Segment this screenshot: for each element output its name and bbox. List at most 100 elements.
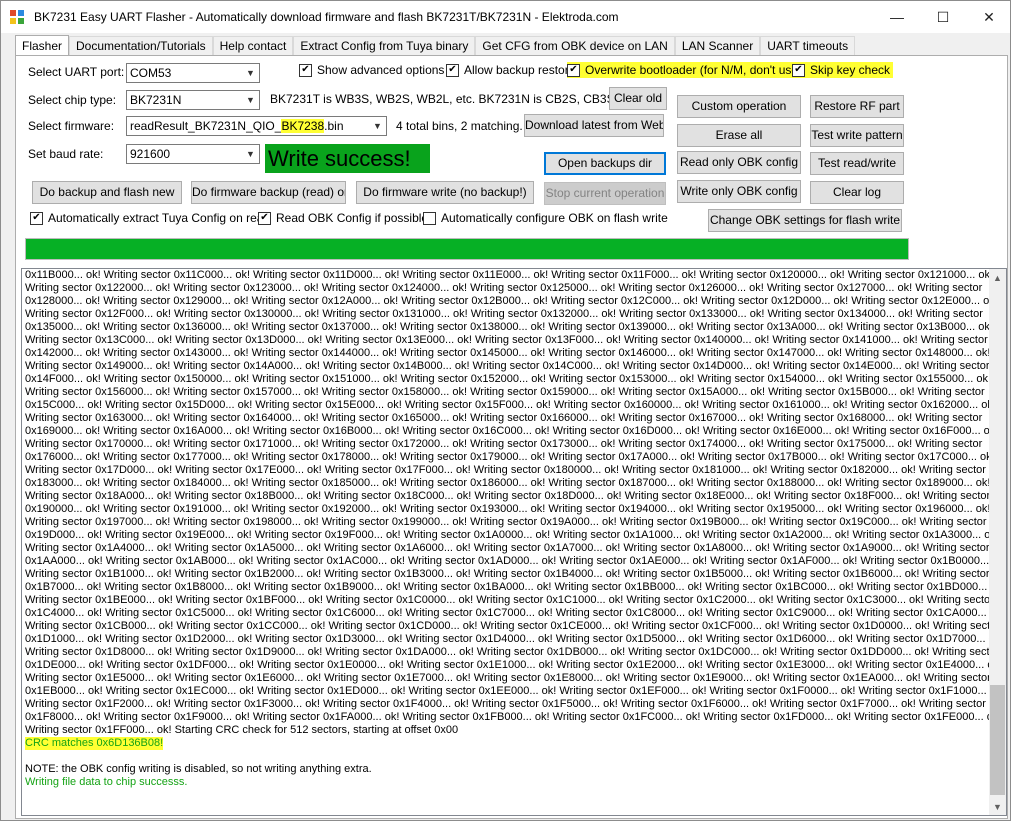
firmware-label: Select firmware: [28, 119, 115, 133]
title-bar: BK7231 Easy UART Flasher - Automatically… [1, 1, 1010, 33]
log-line: 0x135000... ok! Writing sector 0x136000.… [25, 321, 993, 333]
scroll-up-icon[interactable]: ▲ [989, 269, 1006, 286]
write-only-obk-button[interactable]: Write only OBK config [677, 180, 801, 203]
auto-extract-tuya-checkbox[interactable]: ✔ Automatically extract Tuya Config on re… [30, 210, 270, 226]
log-line: Writing sector 0x1E5000... ok! Writing s… [25, 672, 991, 684]
log-line: 0x1D1000... ok! Writing sector 0x1D2000.… [25, 633, 1004, 645]
scroll-down-icon[interactable]: ▼ [989, 798, 1006, 815]
log-output[interactable]: 0x11B000... ok! Writing sector 0x11C000.… [21, 268, 1007, 816]
firmware-write-no-backup-button[interactable]: Do firmware write (no backup!) [356, 181, 534, 204]
checkbox-unchecked-icon [423, 211, 436, 225]
log-line: 0x1B7000... ok! Writing sector 0x1B8000.… [25, 581, 1006, 593]
read-obk-config-checkbox[interactable]: ✔ Read OBK Config if possible [258, 210, 428, 226]
baud-rate-select[interactable]: 921600 ▼ [126, 144, 260, 164]
clear-log-button[interactable]: Clear log [810, 181, 904, 204]
log-line: 0x14F000... ok! Writing sector 0x150000.… [25, 373, 992, 385]
log-line: 0x15C000... ok! Writing sector 0x15D000.… [25, 399, 996, 411]
log-line: Writing sector 0x1B1000... ok! Writing s… [25, 568, 990, 580]
clear-old-button[interactable]: Clear old [609, 87, 667, 110]
firmware-value-suffix: .bin [324, 119, 344, 133]
restore-rf-part-button[interactable]: Restore RF part [810, 95, 904, 118]
change-obk-settings-button[interactable]: Change OBK settings for flash write [708, 209, 902, 232]
chip-type-select[interactable]: BK7231N ▼ [126, 90, 260, 110]
log-line: Writing sector 0x170000... ok! Writing s… [25, 438, 983, 450]
uart-port-label: Select UART port: [28, 65, 125, 79]
close-button[interactable]: ✕ [966, 1, 1010, 33]
log-line: Writing sector 0x1FF000... ok! Starting … [25, 724, 459, 736]
log-line: 0x19D000... ok! Writing sector 0x19E000.… [25, 529, 999, 541]
open-backups-button[interactable]: Open backups dir [544, 152, 666, 175]
window-title: BK7231 Easy UART Flasher - Automatically… [34, 10, 619, 24]
log-line: Writing sector 0x197000... ok! Writing s… [25, 516, 987, 528]
checkbox-check-icon: ✔ [299, 63, 312, 77]
overwrite-bootloader-label: Overwrite bootloader (for N/M, don't use… [585, 63, 812, 77]
minimize-button[interactable]: — [874, 1, 920, 33]
firmware-value-prefix: readResult_BK7231N_QIO_ [130, 119, 282, 133]
backup-flash-new-button[interactable]: Do backup and flash new [32, 181, 182, 204]
read-only-obk-button[interactable]: Read only OBK config [677, 151, 801, 174]
log-line: 0x1DE000... ok! Writing sector 0x1DF000.… [25, 659, 1003, 671]
tab-flasher[interactable]: Flasher [15, 35, 70, 57]
log-note-line: NOTE: the OBK config writing is disabled… [25, 763, 372, 775]
log-line: 0x1AA000... ok! Writing sector 0x1AB000.… [25, 555, 1007, 567]
log-line: Writing sector 0x12F000... ok! Writing s… [25, 308, 983, 320]
erase-all-button[interactable]: Erase all [677, 124, 801, 147]
stop-operation-button[interactable]: Stop current operation [544, 182, 666, 205]
close-icon: ✕ [983, 8, 995, 25]
log-line: 0x11B000... ok! Writing sector 0x11C000.… [25, 269, 994, 281]
firmware-select[interactable]: readResult_BK7231N_QIO_BK7238.bin ▼ [126, 116, 387, 136]
chevron-down-icon: ▼ [246, 68, 255, 78]
tab-get-cfg-obk[interactable]: Get CFG from OBK device on LAN [475, 36, 675, 56]
log-text: 0x11B000... ok! Writing sector 0x11C000.… [25, 269, 1007, 789]
log-line: Writing sector 0x1D8000... ok! Writing s… [25, 646, 1000, 658]
flasher-tab-page: Select UART port: COM53 ▼ ✔ Show advanced… [15, 55, 1008, 819]
test-write-pattern-button[interactable]: Test write pattern [810, 124, 904, 147]
checkbox-check-icon: ✔ [258, 211, 271, 225]
uart-port-value: COM53 [130, 66, 172, 80]
checkbox-check-icon: ✔ [30, 211, 43, 225]
app-icon [10, 10, 24, 24]
auto-configure-obk-checkbox[interactable]: Automatically configure OBK on flash wri… [423, 210, 668, 226]
maximize-button[interactable]: ☐ [920, 1, 966, 33]
custom-operation-button[interactable]: Custom operation [677, 95, 801, 118]
status-banner: Write success! [265, 144, 430, 173]
crc-match-text: CRC matches 0x6D136B08! [25, 737, 164, 750]
tab-lan-scanner[interactable]: LAN Scanner [674, 36, 761, 56]
scrollbar-thumb[interactable] [990, 685, 1005, 795]
checkbox-check-icon: ✔ [792, 63, 805, 77]
log-line: Writing sector 0x122000... ok! Writing s… [25, 282, 983, 294]
baud-rate-value: 921600 [130, 147, 171, 161]
download-latest-button[interactable]: Download latest from Web [524, 114, 664, 137]
log-line: 0x183000... ok! Writing sector 0x184000.… [25, 477, 991, 489]
tab-uart-timeouts[interactable]: UART timeouts [760, 36, 856, 56]
tab-extract-config[interactable]: Extract Config from Tuya binary [293, 36, 476, 56]
auto-configure-obk-label: Automatically configure OBK on flash wri… [441, 211, 668, 225]
log-scrollbar[interactable]: ▲ ▼ [989, 269, 1006, 815]
baud-rate-label: Set baud rate: [28, 147, 104, 161]
allow-backup-restore-label: Allow backup restore [464, 63, 576, 77]
progress-bar [25, 238, 909, 260]
overwrite-bootloader-checkbox[interactable]: ✔ Overwrite bootloader (for N/M, don't us… [567, 62, 815, 78]
log-line: Writing sector 0x1A4000... ok! Writing s… [25, 542, 990, 554]
log-line: 0x142000... ok! Writing sector 0x143000.… [25, 347, 991, 359]
minimize-icon: — [890, 9, 904, 25]
uart-port-select[interactable]: COM53 ▼ [126, 63, 260, 83]
tab-documentation[interactable]: Documentation/Tutorials [69, 36, 213, 56]
log-line: Writing sector 0x156000... ok! Writing s… [25, 386, 985, 398]
log-line: Writing sector 0x149000... ok! Writing s… [25, 360, 990, 372]
log-crc-line: CRC matches 0x6D136B08! [25, 737, 983, 750]
chip-info-text: BK7231T is WB3S, WB2S, WB2L, etc. BK7231… [270, 92, 638, 106]
log-line: Writing sector 0x163000... ok! Writing s… [25, 412, 983, 424]
show-advanced-label: Show advanced options [317, 63, 445, 77]
firmware-backup-read-button[interactable]: Do firmware backup (read) only [191, 181, 346, 204]
skip-key-check-label: Skip key check [810, 63, 891, 77]
chip-type-value: BK7231N [130, 93, 182, 107]
chevron-down-icon: ▼ [373, 121, 382, 131]
test-read-write-button[interactable]: Test read/write [810, 152, 904, 175]
log-line: 0x169000... ok! Writing sector 0x16A000.… [25, 425, 999, 437]
tab-help-contact[interactable]: Help contact [212, 36, 294, 56]
checkbox-check-icon: ✔ [567, 63, 580, 77]
show-advanced-checkbox[interactable]: ✔ Show advanced options [299, 62, 444, 78]
allow-backup-restore-checkbox[interactable]: ✔ Allow backup restore [446, 62, 575, 78]
skip-key-check-checkbox[interactable]: ✔ Skip key check [792, 62, 894, 78]
